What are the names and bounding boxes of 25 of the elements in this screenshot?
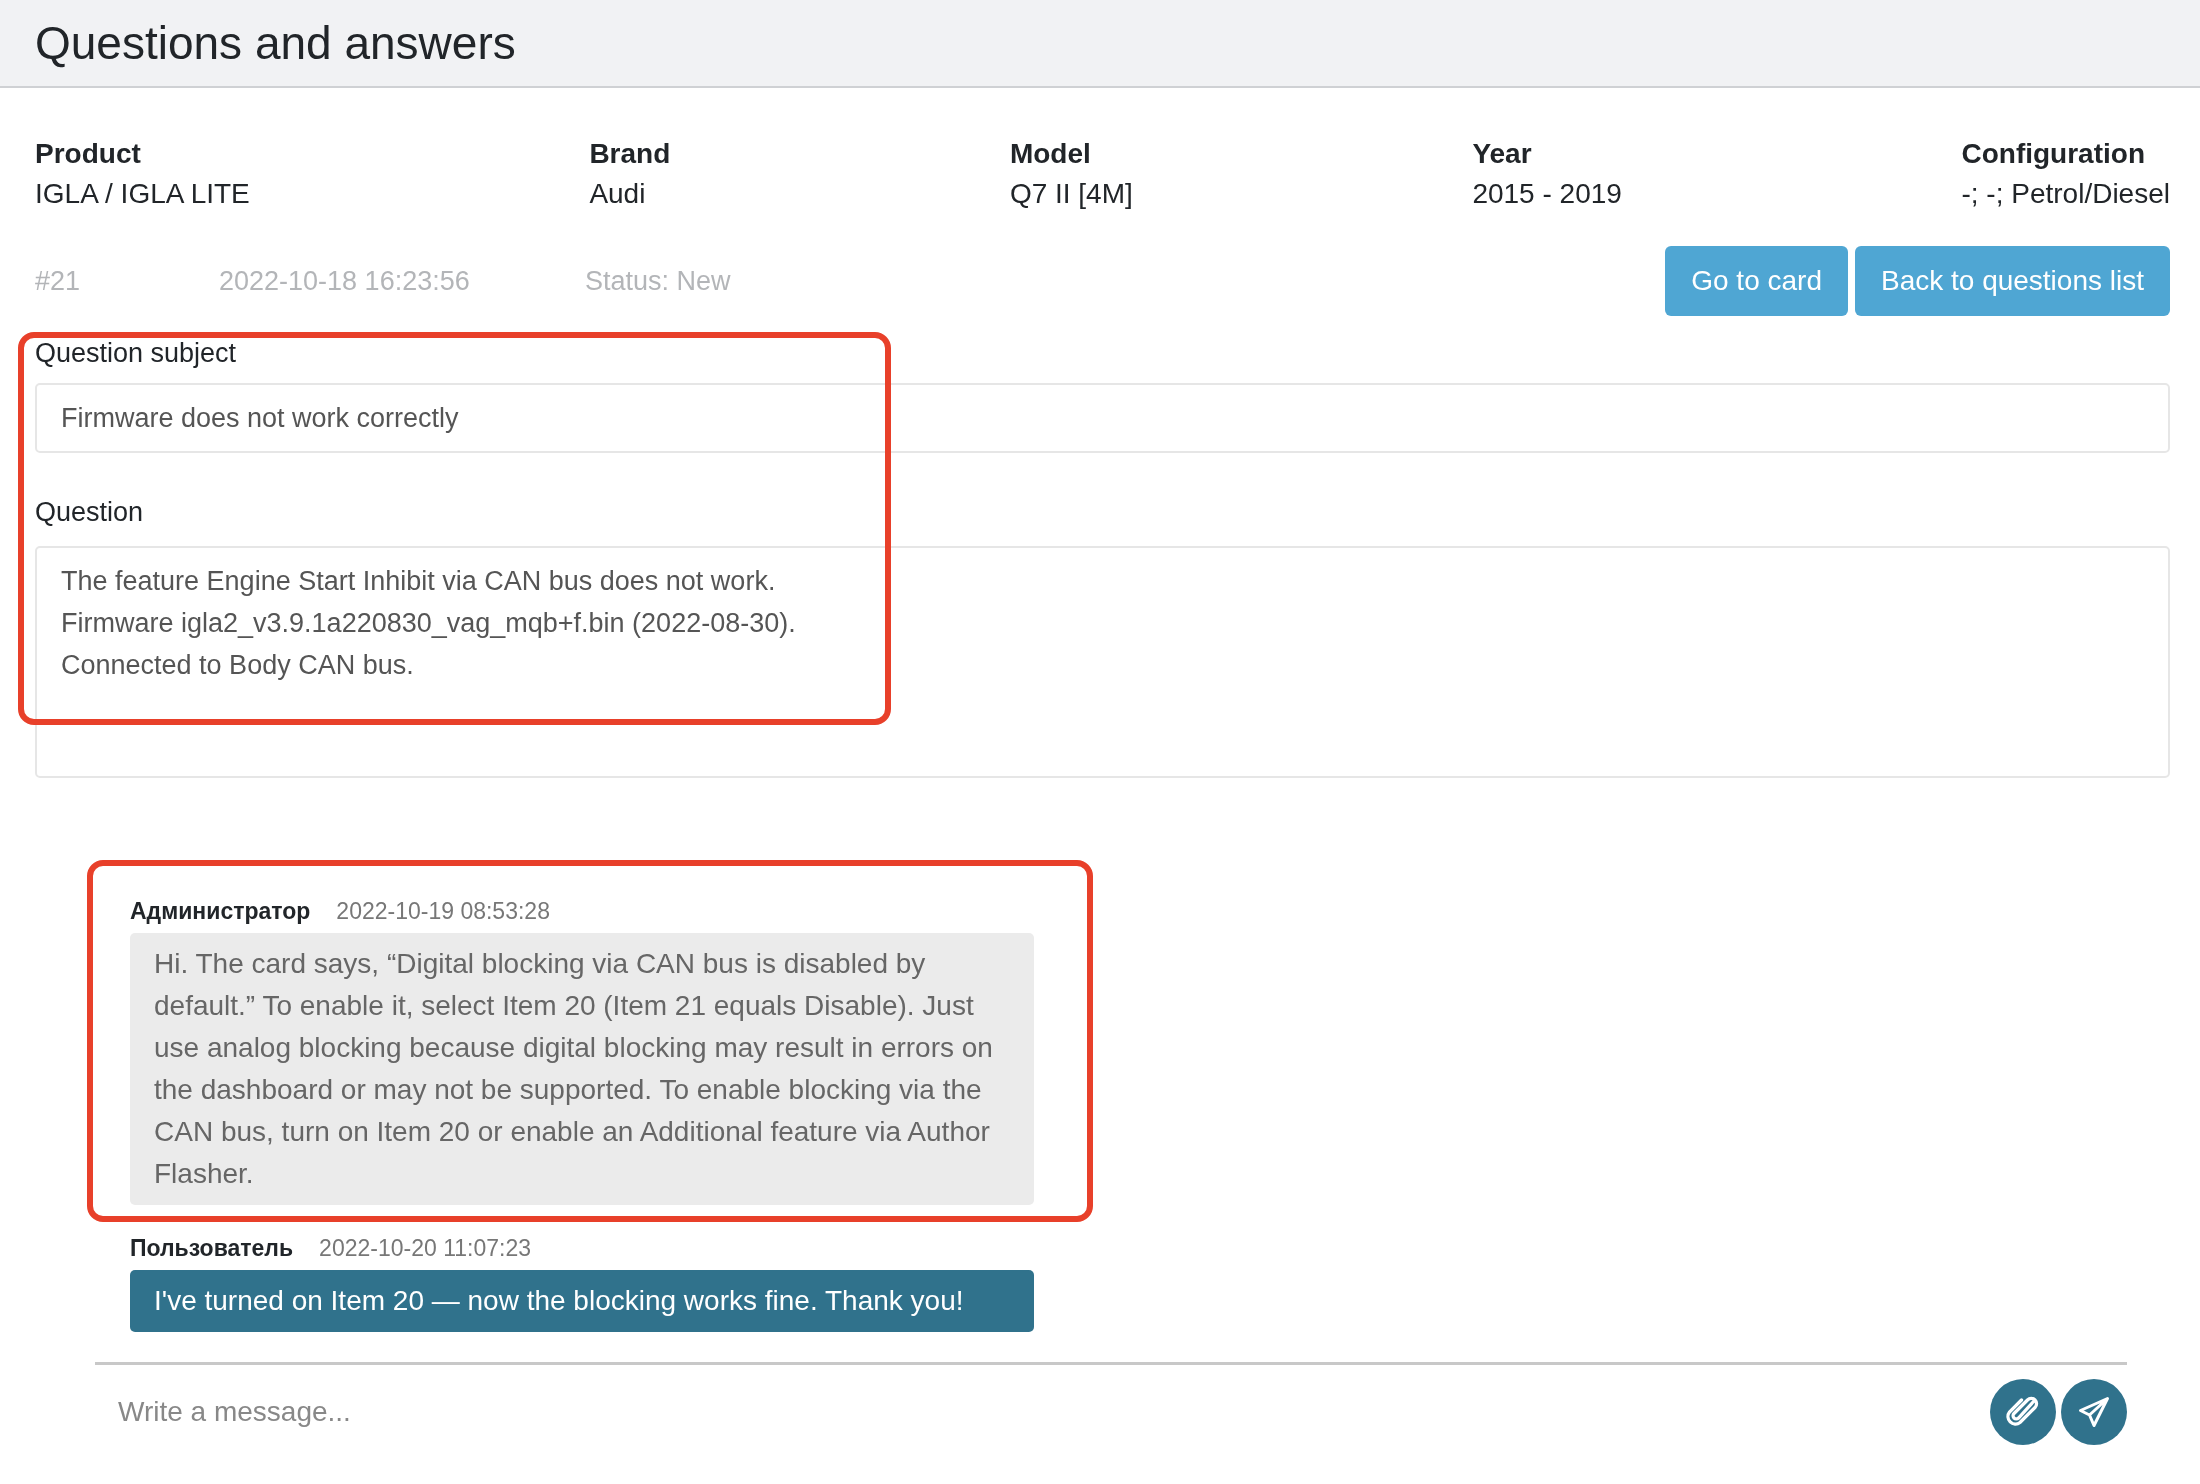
- field-label: Question: [35, 497, 145, 528]
- info-value: Q7 II [4M]: [1009, 178, 1133, 210]
- info-value: -; -; Petrol/Diesel: [1961, 178, 2170, 210]
- info-value: IGLA / IGLA LITE: [35, 178, 250, 210]
- author-name: Администратор: [130, 898, 311, 925]
- message-time: 2022-10-19 08:53:28: [336, 898, 550, 925]
- subject-field[interactable]: Firmware does not work correctly: [35, 383, 2170, 453]
- info-value: Audi: [589, 178, 647, 210]
- status-text: Status: New: [585, 265, 731, 297]
- info-label: Brand: [589, 138, 671, 170]
- author-name: Пользователь: [130, 1235, 294, 1262]
- created-date: 2022-10-18 16:23:56: [219, 265, 471, 297]
- page-title: Questions and answers: [35, 16, 516, 70]
- info-label: Product: [35, 138, 142, 170]
- info-value: 2015 - 2019: [1472, 178, 1622, 210]
- message-time: 2022-10-20 11:07:23: [319, 1235, 531, 1262]
- info-label: Model: [1009, 138, 1092, 170]
- send-icon: [2076, 1394, 2112, 1430]
- message-bubble: I've turned on Item 20 — now the blocking works fine. Thank you!: [130, 1270, 1034, 1332]
- info-label: Configuration: [1961, 138, 2146, 170]
- info-label: Year: [1472, 138, 1533, 170]
- question-textarea[interactable]: The feature Engine Start Inhibit via CAN bus does not work. Firmware igla2_v3.9.1a220830_vag_mqb+f.bin (2022-08-30). Connected to Body CAN bus.: [35, 546, 2170, 778]
- message-bubble: Hi. The card says, “Digital blocking via CAN bus is disabled by default.” To enable it, select Item 20 (Item 21 equals Disable). Just use analog blocking because digital blocking may result in errors on the dashboard or may not be supported. To enable blocking via the CAN bus, turn on Item 20 or enable an Additional feature via Author Flasher.: [130, 933, 1034, 1205]
- field-label: Question subject: [35, 338, 238, 369]
- question-number: #21: [35, 265, 82, 297]
